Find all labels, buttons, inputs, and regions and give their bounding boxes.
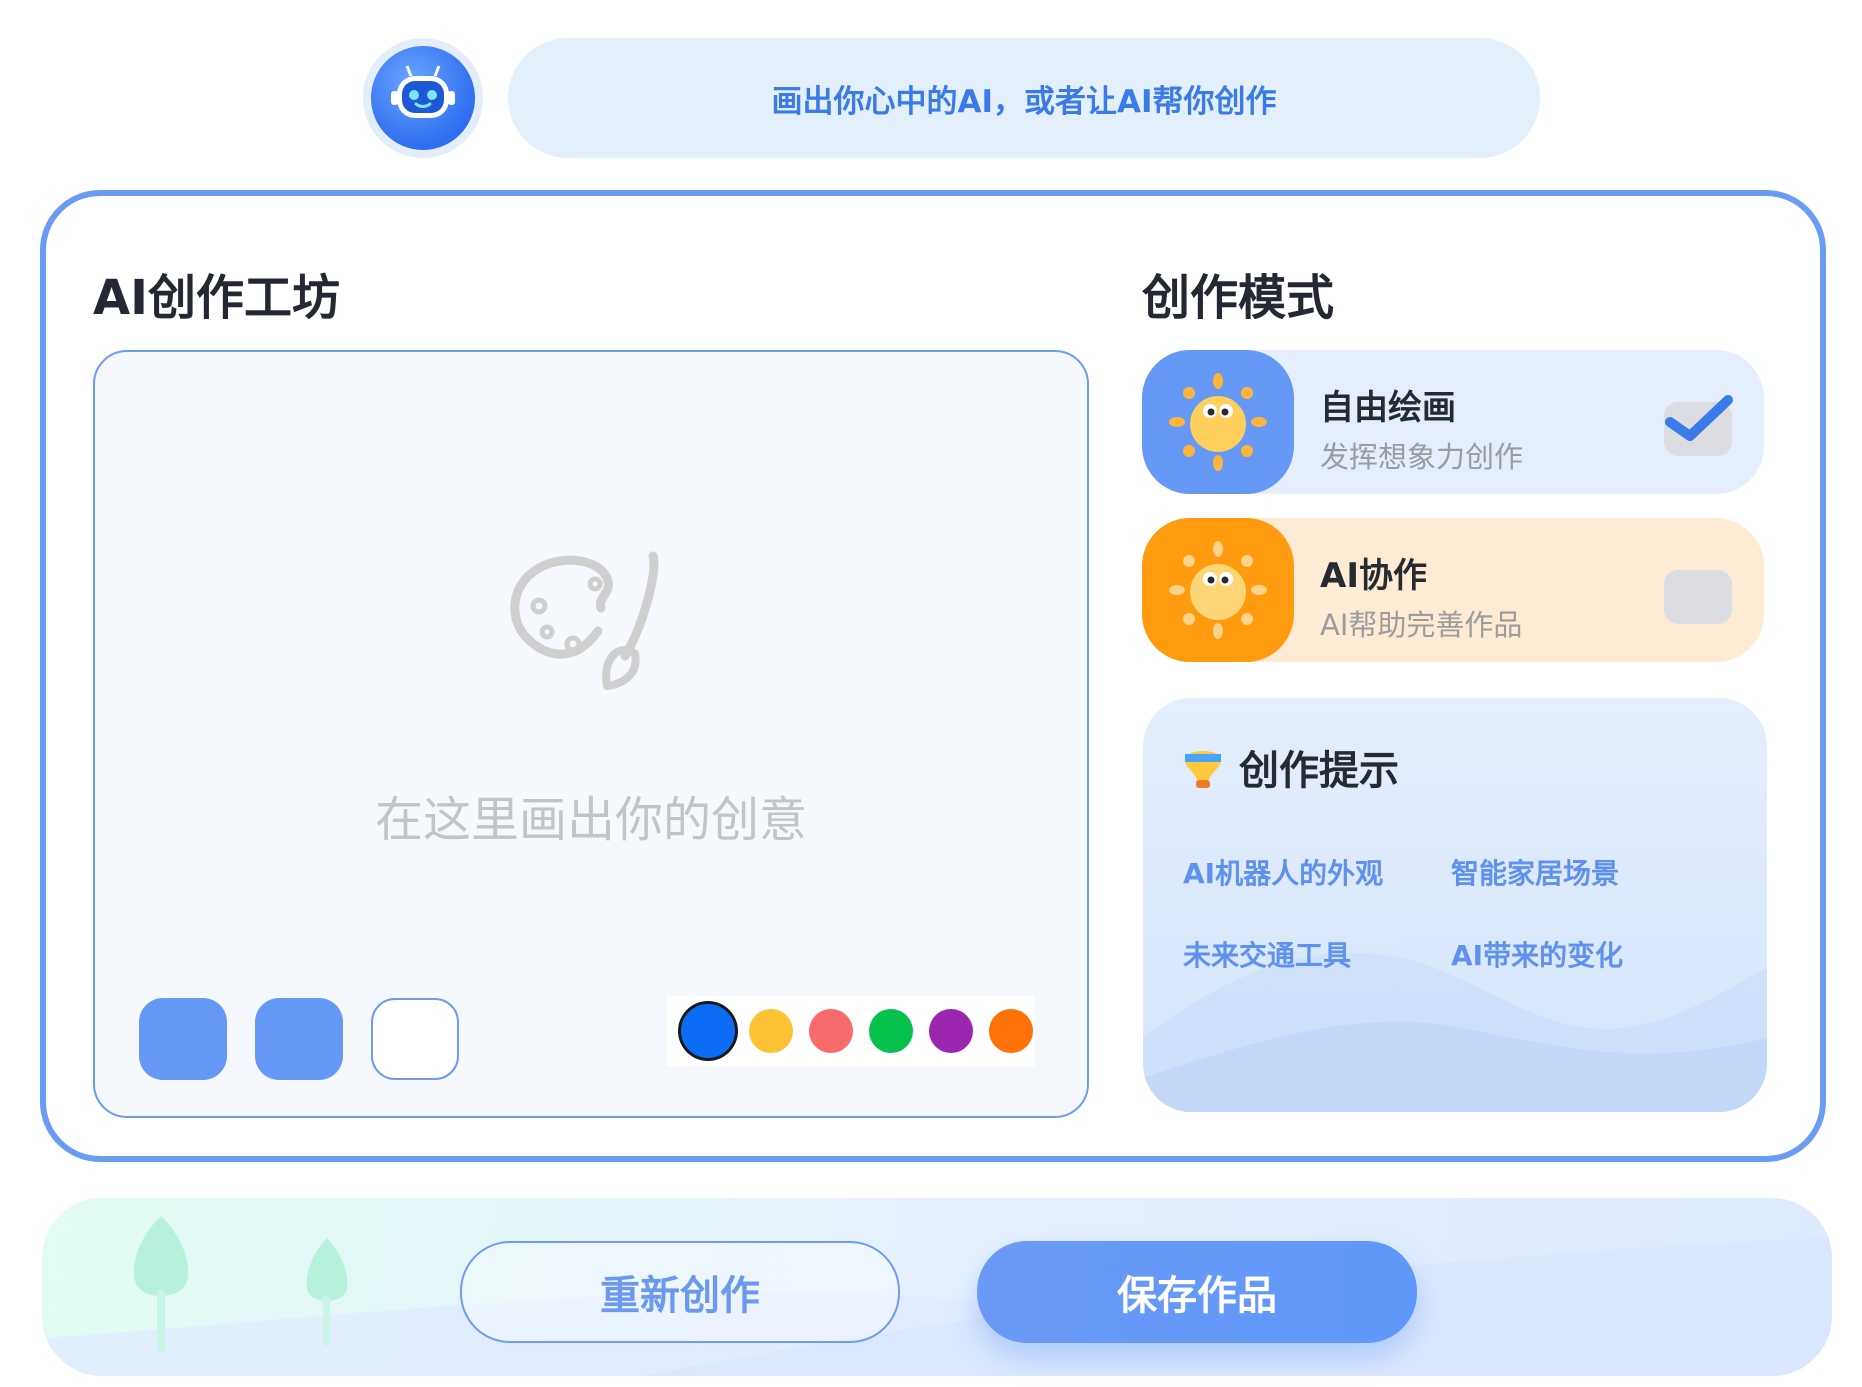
tips-card: 创作提示 AI机器人的外观 智能家居场景 未来交通工具 AI带来的变化: [1143, 698, 1767, 1112]
sun-mascot-icon: [1142, 518, 1294, 662]
mode-title: AI协作: [1320, 556, 1427, 596]
eraser-tool-button[interactable]: [255, 998, 343, 1080]
clear-tool-button[interactable]: [371, 998, 459, 1080]
color-swatch-orange[interactable]: [989, 1009, 1033, 1053]
robot-avatar: [371, 46, 475, 150]
color-swatch-yellow[interactable]: [749, 1009, 793, 1053]
palette-brush-icon: [510, 551, 659, 690]
tip-link[interactable]: 未来交通工具: [1183, 934, 1351, 974]
mode-checkbox-unchecked[interactable]: [1664, 570, 1732, 624]
tip-link[interactable]: AI机器人的外观: [1183, 852, 1383, 892]
restart-button-label: 重新创作: [600, 1273, 760, 1319]
mode-subtitle: 发挥想象力创作: [1320, 440, 1524, 474]
color-swatch-green[interactable]: [869, 1009, 913, 1053]
workshop-title: AI创作工坊: [93, 270, 341, 326]
mode-checkbox-checked[interactable]: [1664, 395, 1733, 456]
tree-icon: [133, 1216, 189, 1352]
color-swatch-red[interactable]: [809, 1009, 853, 1053]
color-swatch-purple[interactable]: [929, 1009, 973, 1053]
lightbulb-icon: [1185, 751, 1221, 788]
bottom-action-bar: [42, 1198, 1832, 1376]
save-button[interactable]: 保存作品: [977, 1241, 1417, 1343]
sun-mascot-icon: [1142, 350, 1294, 494]
tips-title: 创作提示: [1239, 748, 1399, 794]
brush-tool-button[interactable]: [139, 998, 227, 1080]
tip-link[interactable]: AI带来的变化: [1451, 934, 1623, 974]
mode-card-free-drawing[interactable]: 自由绘画 发挥想象力创作: [1142, 350, 1764, 494]
drawing-canvas[interactable]: 在这里画出你的创意: [93, 350, 1089, 1118]
prompt-text: 画出你心中的AI，或者让AI帮你创作: [771, 83, 1277, 120]
restart-button[interactable]: 重新创作: [460, 1241, 900, 1343]
color-palette: [667, 996, 1035, 1066]
robot-icon: [391, 65, 455, 118]
tree-icon: [306, 1238, 348, 1346]
color-swatch-blue[interactable]: [681, 1004, 735, 1058]
save-button-label: 保存作品: [1117, 1273, 1277, 1319]
mode-title: 自由绘画: [1320, 388, 1456, 428]
tip-link[interactable]: 智能家居场景: [1451, 852, 1619, 892]
prompt-bubble: 画出你心中的AI，或者让AI帮你创作: [508, 38, 1540, 158]
modes-title: 创作模式: [1142, 270, 1335, 326]
checkmark-icon: [1665, 395, 1733, 441]
mode-subtitle: AI帮助完善作品: [1320, 608, 1523, 642]
mode-card-ai-collab[interactable]: AI协作 AI帮助完善作品: [1142, 518, 1764, 662]
canvas-hint: 在这里画出你的创意: [374, 792, 807, 848]
